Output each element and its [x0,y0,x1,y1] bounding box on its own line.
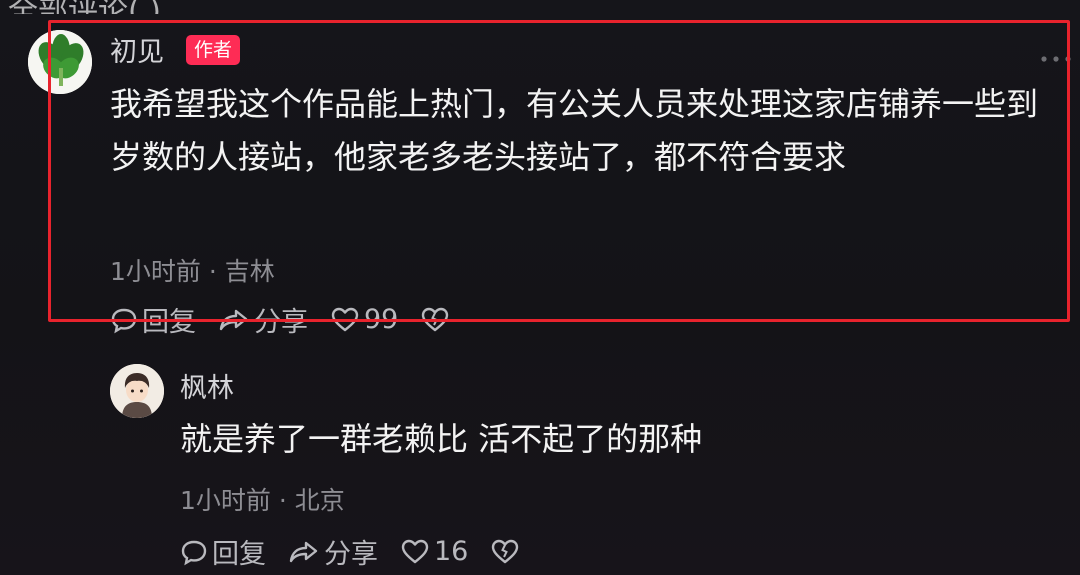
share-label: 分享 [254,307,308,338]
reply-share-label: 分享 [324,539,378,570]
comment-text: 我希望我这个作品能上热门，有公关人员来处理这家店铺养一些到岁数的人接站，他家老多… [110,85,1039,176]
share-button[interactable]: 分享 [218,300,308,339]
reply-label: 回复 [142,307,196,338]
share-icon [219,309,248,330]
comment-meta: 1小时前 · 吉林 [110,257,275,286]
heart-icon [331,307,359,331]
like-button[interactable]: 99 [330,304,398,335]
username[interactable]: 初见 [110,30,164,69]
comments-header: 全部评论( ) [0,0,1080,14]
comment-actions: 回复 分享 99 [110,300,476,339]
reply-icon [181,540,207,565]
more-options-icon[interactable] [1038,52,1074,66]
reply-like-button[interactable]: 16 [400,536,468,567]
broken-heart-icon [492,539,519,563]
reply-actions: 回复 分享 16 [180,532,546,571]
reply-username[interactable]: 枫林 [180,366,234,405]
comment-screen: 全部评论( ) 初见 作者 我希望我这个作品能上热门，有公关人员来处理这家店铺养… [0,0,1080,575]
reply-dislike-button[interactable] [490,538,524,566]
reply-reply-button[interactable]: 回复 [180,532,266,571]
like-count: 99 [364,304,399,335]
author-badge: 作者 [186,35,240,65]
reply-share-button[interactable]: 分享 [288,532,378,571]
avatar[interactable] [28,30,92,94]
reply-avatar[interactable] [110,364,164,418]
cartoon-boy-avatar-icon [110,364,164,418]
heart-icon [401,539,429,563]
reply-like-count: 16 [434,536,469,567]
dislike-button[interactable] [420,306,454,334]
reply-icon [111,308,137,333]
spinach-avatar-icon [28,30,92,94]
broken-heart-icon [422,307,449,331]
reply-text: 就是养了一群老赖比 活不起了的那种 [180,420,703,458]
reply-button[interactable]: 回复 [110,300,196,339]
reply-reply-label: 回复 [212,539,266,570]
reply-meta: 1小时前 · 北京 [180,486,345,515]
share-icon [289,541,318,562]
